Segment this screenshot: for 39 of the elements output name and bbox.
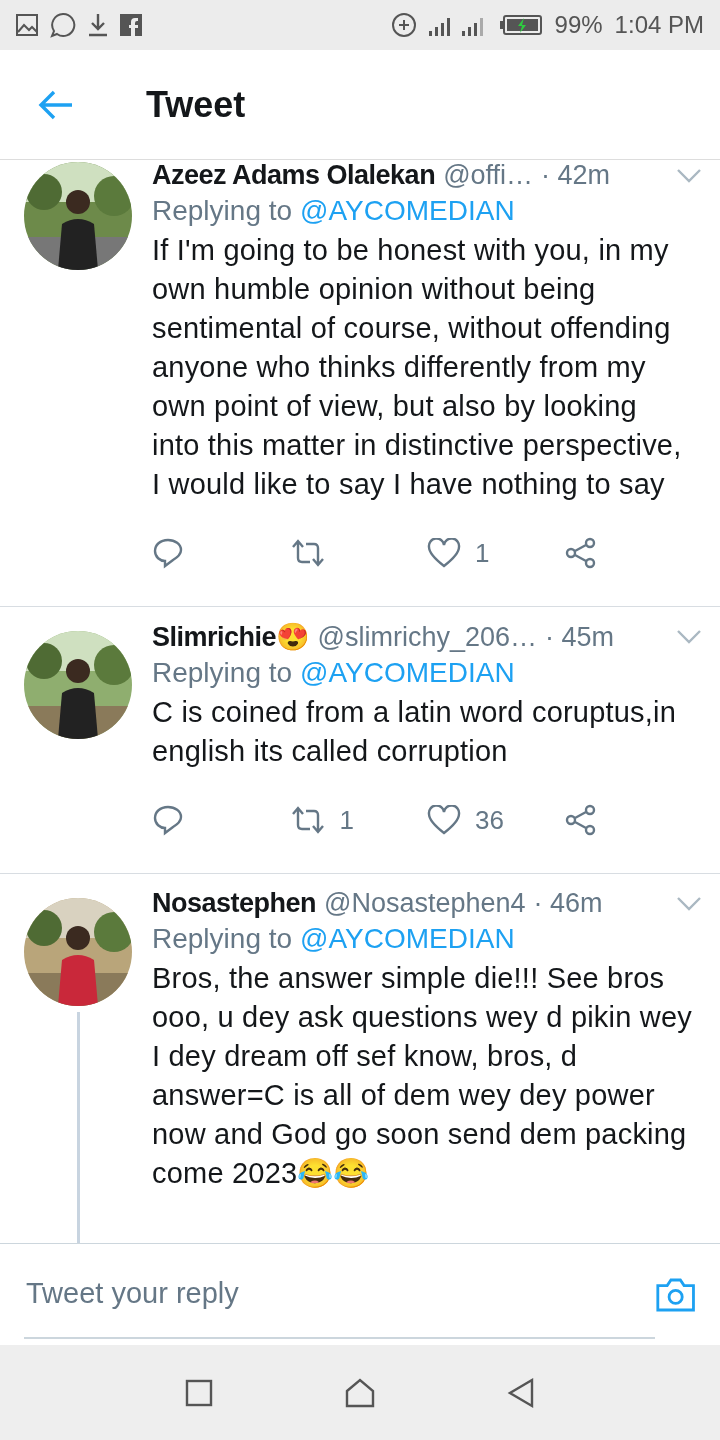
battery-level: 99%	[554, 11, 603, 39]
tweet-text: If I'm going to be honest with you, in my own humble opinion without being sentimental of course, without offending anyone who thinks differently from my own point of view, but also by looking into this matter in distinctive perspective, I would like to say I have nothing to say	[152, 233, 683, 502]
back-triangle-icon[interactable]	[506, 1376, 535, 1409]
author-name[interactable]: Nosastephen	[152, 888, 317, 919]
retweet-count: 1	[339, 804, 354, 836]
replying-label: Replying to	[152, 195, 293, 227]
author-name[interactable]: Slimrichie😍	[152, 621, 310, 653]
tweet-time: · 42m	[541, 160, 611, 191]
retweet-icon[interactable]	[289, 805, 326, 835]
author-handle: @slimrichy_206…	[317, 621, 538, 653]
heart-icon[interactable]	[427, 538, 461, 568]
download-icon	[88, 13, 108, 37]
battery-icon	[498, 14, 543, 36]
image-icon	[16, 14, 38, 36]
reply-icon[interactable]	[152, 804, 184, 836]
tweet-text: C is coined from a latin word coruptus,in english its called corruption	[152, 695, 677, 769]
replying-label: Replying to	[152, 923, 293, 955]
author-handle: @offi…	[443, 160, 534, 191]
author-name[interactable]: Azeez Adams Olalekan	[152, 160, 436, 191]
like-count: 36	[475, 804, 504, 836]
clock-time: 1:04 PM	[614, 11, 704, 39]
replying-label: Replying to	[152, 657, 293, 689]
add-circle-icon	[390, 12, 417, 38]
share-icon[interactable]	[564, 537, 597, 569]
tweet-time: · 46m	[533, 888, 603, 919]
tweet-time: · 45m	[545, 621, 615, 653]
heart-icon[interactable]	[427, 805, 461, 835]
square-icon[interactable]	[185, 1378, 214, 1407]
back-arrow-icon[interactable]	[38, 88, 74, 121]
home-icon[interactable]	[344, 1376, 376, 1409]
chat-bubble-icon	[50, 12, 76, 38]
retweet-icon[interactable]	[289, 538, 326, 568]
author-handle: @Nosastephen4	[324, 888, 526, 919]
page-title: Tweet	[146, 83, 246, 126]
tweet-text: Bros, the answer simple die!!! See bros ooo, u dey ask questions wey d pikin wey I dey dream off sef know, bros, d answer=C is all of dem wey dey power now and God go soon send dem packing come 2023😂😂	[152, 961, 693, 1191]
reply-icon[interactable]	[152, 537, 184, 569]
facebook-icon	[120, 14, 142, 36]
like-count: 1	[475, 537, 490, 569]
share-icon[interactable]	[564, 804, 597, 836]
